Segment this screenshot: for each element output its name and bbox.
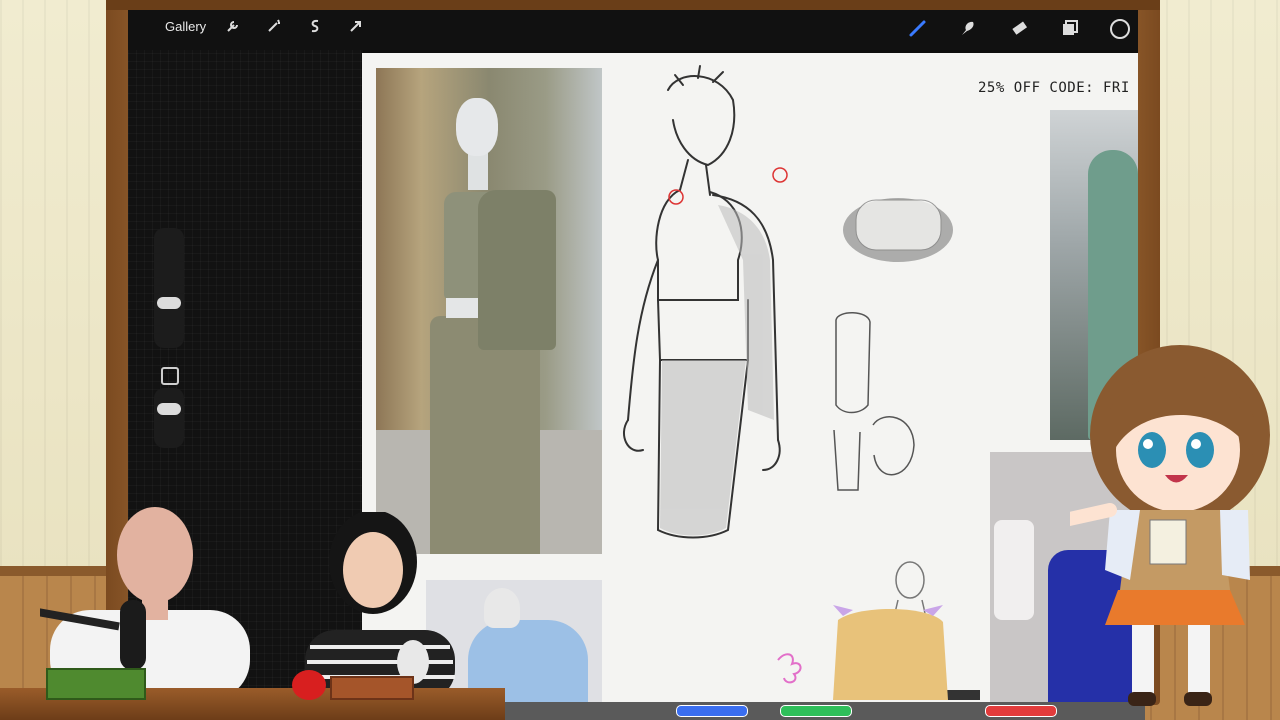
mannequin-neck: [468, 150, 488, 190]
brush-size-slider[interactable]: [154, 228, 184, 348]
apple: [292, 670, 326, 700]
color-swatch-icon[interactable]: [1109, 18, 1131, 40]
book-stack: [330, 676, 414, 700]
promo-code-text: 25% OFF CODE: FRI: [978, 80, 1130, 96]
anime-mascot: [1070, 345, 1270, 706]
display-bust: [484, 588, 520, 628]
procreate-screen: Gallery 25% OFF CODE: FRI: [128, 10, 1138, 702]
modify-button[interactable]: [161, 367, 179, 385]
white-dress: [994, 520, 1034, 620]
red-marker: [985, 705, 1057, 717]
layers-icon[interactable]: [1059, 18, 1081, 40]
opacity-slider[interactable]: [154, 388, 184, 448]
wrench-icon[interactable]: [222, 18, 244, 40]
microphone-icon: [120, 600, 146, 670]
green-marker: [780, 705, 852, 717]
mannequin-head: [456, 98, 498, 156]
figure-sketch: [623, 65, 980, 700]
procreate-toolbar: Gallery: [128, 10, 1138, 50]
selection-icon[interactable]: [304, 18, 326, 40]
opacity-knob[interactable]: [157, 403, 181, 415]
mannequin-jacket: [478, 190, 556, 350]
smudge-icon[interactable]: [957, 18, 979, 40]
eraser-icon[interactable]: [1008, 18, 1030, 40]
green-book: [46, 668, 146, 700]
brush-size-knob[interactable]: [157, 297, 181, 309]
magic-wand-icon[interactable]: [263, 18, 285, 40]
gallery-button[interactable]: Gallery: [165, 19, 206, 34]
wooden-frame-top: [106, 0, 1160, 10]
transform-arrow-icon[interactable]: [345, 18, 367, 40]
blue-marker: [676, 705, 748, 717]
brush-icon[interactable]: [907, 18, 929, 40]
